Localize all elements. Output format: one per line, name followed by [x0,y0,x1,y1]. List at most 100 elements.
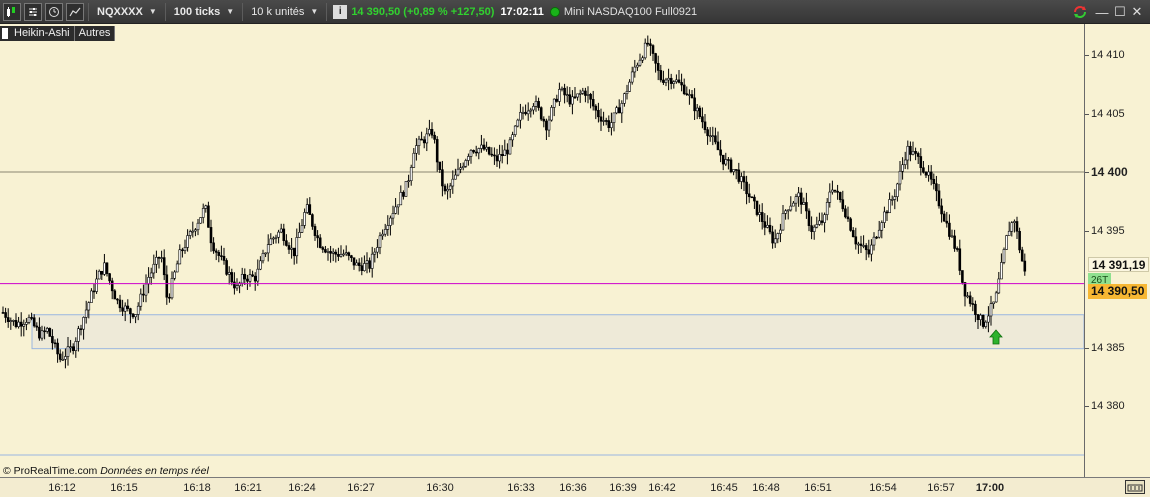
candle [636,62,639,71]
candle [831,180,834,195]
candle [937,184,941,209]
candle [1023,253,1027,276]
candle [815,216,819,229]
candle [776,232,780,244]
candle [630,66,634,85]
candle [695,104,699,120]
candle [968,291,972,307]
x-tick-label: 16:54 [869,482,897,494]
price-chart[interactable] [0,24,1084,477]
period-dropdown[interactable]: 100 ticks ▼ [170,3,238,21]
units-dropdown[interactable]: 10 k unités ▼ [247,3,322,21]
y-tick [1085,113,1089,115]
other-label[interactable]: Autres [74,26,116,41]
chart-type-label[interactable]: Heikin-Ashi [10,26,75,41]
candle [906,140,910,170]
candle [747,183,751,203]
x-tick-label: 16:30 [426,482,454,494]
candle [563,83,566,104]
minimize-icon: — [1095,4,1109,20]
x-tick-label: 17:00 [975,482,1005,494]
candle [196,218,200,236]
candle [768,217,772,235]
candle [430,122,434,139]
candle [911,141,915,156]
candle [22,319,26,337]
maximize-button[interactable]: ☐ [1111,3,1129,21]
chart-area[interactable] [0,24,1084,477]
candle [688,89,691,105]
zoom-handle[interactable] [1125,480,1145,494]
candle [758,204,761,222]
candle [360,257,364,276]
candle [745,175,748,205]
candle [799,187,803,214]
toolbar: NQXXXX ▼ 100 ticks ▼ 10 k unités ▼ i 14 … [0,0,1150,24]
candle [311,213,314,230]
refresh-button[interactable] [1071,3,1089,21]
symbol-dropdown[interactable]: NQXXXX ▼ [93,3,161,21]
price-axis[interactable]: 14 410 14 405 14 400 14 395 14 385 14 380 [1084,24,1150,477]
candle [898,161,902,191]
candle [729,157,733,174]
candle [550,105,553,122]
candle [469,149,473,164]
candle [810,216,813,240]
clock-button[interactable] [45,2,63,21]
settings-button[interactable] [24,2,42,21]
divider [88,2,89,21]
candle [948,214,951,240]
candle [324,245,327,254]
candle [105,262,109,277]
candle [230,268,234,286]
candle [386,215,390,236]
chart-type-button[interactable] [3,2,21,21]
candle [812,224,816,240]
candle [64,348,67,369]
candle [48,327,52,337]
candle [446,183,449,200]
candle [513,125,517,137]
candle [576,93,579,101]
candle [116,298,119,305]
support-zone[interactable] [31,314,1084,350]
info-button[interactable]: i [333,4,348,19]
candle [1,306,5,314]
candle [521,106,525,120]
candle [818,212,821,226]
maximize-icon: ☐ [1114,4,1126,19]
candle [428,119,431,137]
candle [448,182,452,198]
candle [581,87,585,95]
candle [662,70,665,85]
x-tick-label: 16:45 [710,482,738,494]
candle [909,141,912,162]
trading-window: NQXXXX ▼ 100 ticks ▼ 10 k unités ▼ i 14 … [0,0,1150,497]
candle [337,247,340,262]
candle [872,232,876,251]
candle [659,64,663,83]
candle [222,247,226,265]
candle [90,288,93,303]
candle [342,249,345,257]
candle [157,256,161,269]
candle [308,197,312,215]
candle [305,198,309,214]
candle [740,172,743,190]
close-button[interactable]: ✕ [1128,3,1146,21]
candle [9,317,13,330]
minimize-button[interactable]: — [1093,3,1111,21]
candle [823,212,826,233]
legend-color-swatch [0,26,10,41]
candle [464,158,468,168]
candle [443,183,447,195]
candle [734,169,738,180]
x-tick-label: 16:18 [183,482,211,494]
candle [524,104,527,116]
candle [6,308,10,328]
indicators-button[interactable] [66,2,84,21]
time-axis[interactable]: 16:12 16:15 16:18 16:21 16:24 16:27 16:30 16:33… [0,477,1150,497]
candle [916,151,920,165]
candle [880,220,884,239]
candle [690,89,694,99]
